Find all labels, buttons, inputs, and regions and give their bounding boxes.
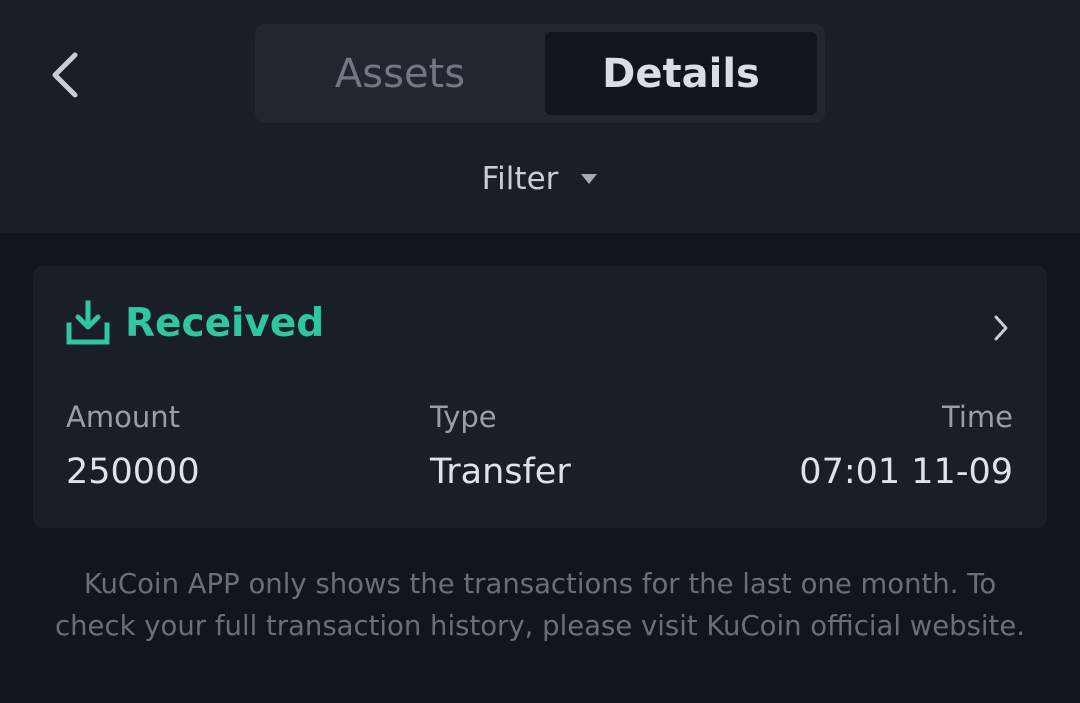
history-notice: KuCoin APP only shows the transactions f… — [55, 568, 1025, 642]
status-label: Received — [125, 300, 325, 346]
amount-label: Amount — [66, 400, 180, 434]
top-bar: Assets Details Filter — [0, 0, 1080, 233]
tab-assets[interactable]: Assets — [263, 32, 537, 115]
tab-details[interactable]: Details — [545, 32, 817, 115]
amount-value: 250000 — [66, 452, 200, 492]
transaction-card[interactable]: Received Amount 250000 Type Transfer Tim… — [33, 266, 1047, 528]
transaction-status: Received — [65, 300, 324, 346]
back-button[interactable] — [30, 40, 100, 110]
chevron-right-icon[interactable] — [991, 314, 1011, 342]
type-label: Type — [430, 400, 497, 434]
type-value: Transfer — [430, 452, 571, 492]
download-tray-icon — [66, 300, 110, 345]
segmented-tabs: Assets Details — [255, 24, 825, 123]
time-label: Time — [942, 400, 1013, 434]
chevron-left-icon — [52, 52, 78, 98]
filter-dropdown[interactable]: Filter — [460, 152, 620, 206]
filter-label: Filter — [481, 161, 559, 197]
caret-down-icon — [581, 174, 598, 184]
time-value: 07:01 11-09 — [799, 452, 1013, 492]
